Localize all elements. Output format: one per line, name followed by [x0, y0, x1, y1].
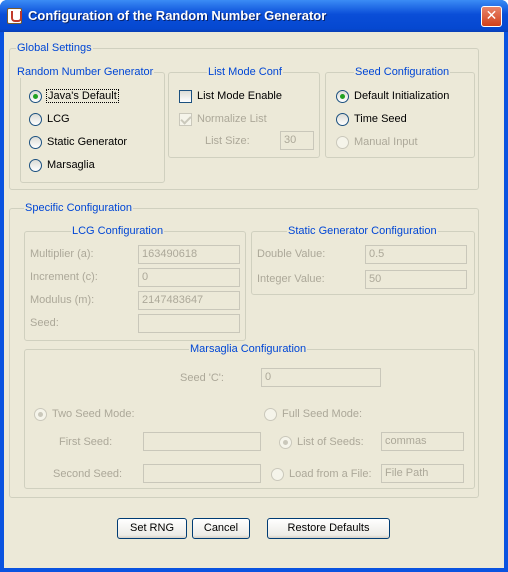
seed-option-label: Time Seed [354, 113, 407, 125]
multiplier-field[interactable]: 163490618 [138, 245, 240, 264]
marsaglia-config-group: Marsaglia Configuration Seed 'C': 0 Two … [24, 343, 475, 489]
global-settings-title: Global Settings [16, 42, 93, 54]
specific-config-group: Specific Configuration LCG Configuration… [9, 202, 479, 498]
second-seed-field[interactable] [143, 464, 261, 483]
load-from-file[interactable]: Load from a File: [271, 466, 372, 482]
lcg-config-title: LCG Configuration [71, 225, 165, 237]
title-bar[interactable]: Configuration of the Random Number Gener… [0, 0, 508, 32]
first-seed-field[interactable] [143, 432, 261, 451]
seed-config-title: Seed Configuration [354, 66, 451, 78]
radio-default-initialization[interactable] [336, 89, 349, 103]
normalize-list[interactable]: Normalize List [179, 111, 267, 127]
close-icon: ✕ [485, 8, 498, 24]
rng-option-label: Marsaglia [47, 159, 95, 171]
seed-c-field[interactable]: 0 [261, 368, 381, 387]
radio-time-seed[interactable] [336, 112, 349, 126]
full-seed-mode[interactable]: Full Seed Mode: [264, 406, 362, 422]
normalize-list-checkbox[interactable] [179, 112, 192, 126]
two-seed-mode-label: Two Seed Mode: [52, 408, 135, 420]
marsaglia-config-title: Marsaglia Configuration [189, 343, 308, 355]
window-border-right [504, 32, 508, 568]
dialog-content: Global Settings Random Number Generator … [4, 32, 504, 568]
restore-defaults-button[interactable]: Restore Defaults [267, 518, 390, 539]
seed-option-label: Manual Input [354, 136, 418, 148]
two-seed-mode[interactable]: Two Seed Mode: [34, 406, 135, 422]
double-value-field[interactable]: 0.5 [365, 245, 467, 264]
full-seed-mode-label: Full Seed Mode: [282, 408, 363, 420]
seed-option-manual[interactable]: Manual Input [336, 134, 418, 150]
rng-option-marsaglia[interactable]: Marsaglia [29, 157, 95, 173]
first-seed-label: First Seed: [59, 436, 113, 448]
specific-config-title: Specific Configuration [24, 202, 134, 214]
multiplier-label: Multiplier (a): [30, 248, 94, 260]
cancel-button[interactable]: Cancel [192, 518, 250, 539]
rng-option-label: Java's Default [46, 89, 119, 103]
list-mode-enable[interactable]: List Mode Enable [179, 88, 282, 104]
rng-group-title: Random Number Generator [16, 66, 155, 78]
rng-option-static[interactable]: Static Generator [29, 134, 127, 150]
list-mode-enable-label: List Mode Enable [197, 90, 282, 102]
list-of-seeds[interactable]: List of Seeds: [279, 434, 364, 450]
list-size-field[interactable]: 30 [280, 131, 314, 150]
list-mode-enable-checkbox[interactable] [179, 89, 192, 103]
rng-group: Random Number Generator Java's Default L… [16, 66, 165, 183]
radio-static-generator[interactable] [29, 135, 42, 149]
seed-option-time[interactable]: Time Seed [336, 111, 407, 127]
double-value-label: Double Value: [257, 248, 326, 260]
radio-lcg[interactable] [29, 112, 42, 126]
seed-c-label: Seed 'C': [180, 372, 224, 384]
rng-option-label: LCG [47, 113, 70, 125]
normalize-list-label: Normalize List [197, 113, 267, 125]
seed-option-label: Default Initialization [354, 90, 450, 102]
load-from-file-label: Load from a File: [289, 468, 372, 480]
modulus-label: Modulus (m): [30, 294, 95, 306]
radio-marsaglia[interactable] [29, 158, 42, 172]
integer-value-field[interactable]: 50 [365, 270, 467, 289]
rng-option-lcg[interactable]: LCG [29, 111, 70, 127]
radio-full-seed-mode[interactable] [264, 407, 277, 421]
rng-option-java-default[interactable]: Java's Default [29, 88, 119, 104]
radio-list-of-seeds[interactable] [279, 435, 292, 449]
list-of-seeds-label: List of Seeds: [297, 436, 364, 448]
window-title: Configuration of the Random Number Gener… [28, 8, 327, 23]
lcg-config-group: LCG Configuration Multiplier (a): 163490… [24, 225, 246, 341]
list-of-seeds-field[interactable]: commas [381, 432, 464, 451]
rng-option-label: Static Generator [47, 136, 128, 148]
dialog-window: Configuration of the Random Number Gener… [0, 0, 508, 572]
increment-label: Increment (c): [30, 271, 98, 283]
radio-java-default[interactable] [29, 89, 42, 103]
second-seed-label: Second Seed: [53, 468, 123, 480]
static-config-title: Static Generator Configuration [287, 225, 438, 237]
seed-config-group: Seed Configuration Default Initializatio… [325, 66, 475, 158]
list-mode-group: List Mode Conf List Mode Enable Normaliz… [168, 66, 320, 158]
modulus-field[interactable]: 2147483647 [138, 291, 240, 310]
radio-load-from-file[interactable] [271, 467, 284, 481]
increment-field[interactable]: 0 [138, 268, 240, 287]
global-settings-group: Global Settings Random Number Generator … [9, 42, 479, 190]
seed-option-default[interactable]: Default Initialization [336, 88, 449, 104]
java-cup-icon [7, 8, 22, 24]
radio-two-seed-mode[interactable] [34, 407, 47, 421]
static-config-group: Static Generator Configuration Double Va… [251, 225, 475, 295]
close-button[interactable]: ✕ [481, 6, 502, 27]
list-mode-title: List Mode Conf [207, 66, 283, 78]
radio-manual-input[interactable] [336, 135, 349, 149]
lcg-seed-field[interactable] [138, 314, 240, 333]
set-rng-button[interactable]: Set RNG [117, 518, 187, 539]
integer-value-label: Integer Value: [257, 273, 325, 285]
lcg-seed-label: Seed: [30, 317, 59, 329]
list-size-label: List Size: [205, 135, 250, 147]
file-path-field[interactable]: File Path [381, 464, 464, 483]
